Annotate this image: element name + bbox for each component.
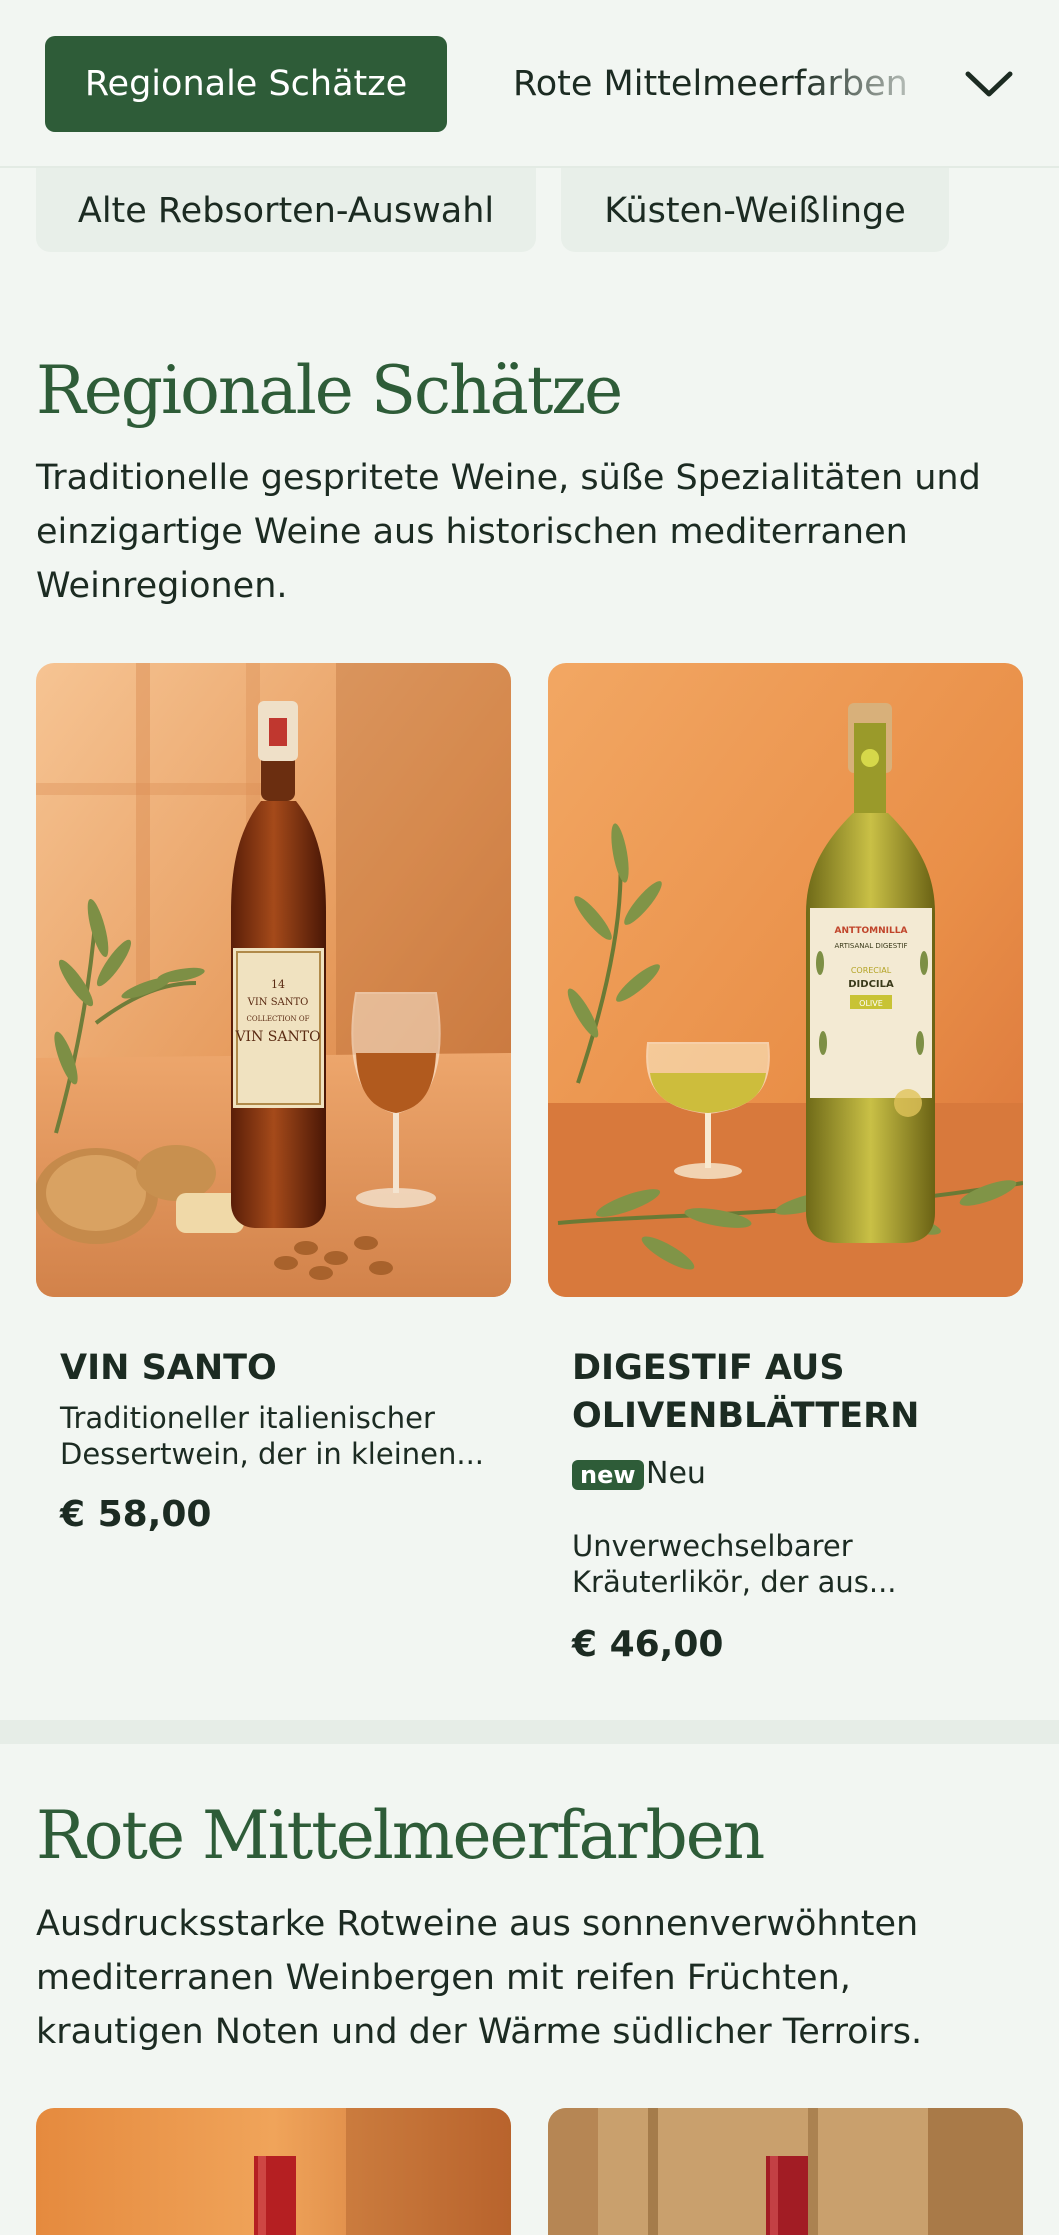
category-tab-label: Rote Mittelmeerfarben [513,64,908,104]
product-image[interactable] [548,2108,1023,2235]
category-tab-active[interactable]: Regionale Schätze [45,36,447,132]
section-description: Traditionelle gespritete Weine, süße Spe… [36,458,981,606]
product-image-vin-santo[interactable]: 14 VIN SANTO COLLECTION OF VIN SANTO [36,663,511,1297]
chevron-down-icon[interactable] [962,62,1016,106]
category-tab-label: Regionale Schätze [84,64,408,104]
product-label-text: 14 [271,978,285,991]
product-label-text: ARTISANAL DIGESTIF [834,942,907,950]
product-label-text: COLLECTION OF [247,1015,310,1023]
category-chip-label: Alte Rebsorten-Auswahl [77,191,495,231]
product-description: Traditioneller italienischer Dessertwein… [60,1401,485,1471]
product-label-text: CORECIAL [851,966,892,975]
product-name[interactable]: DIGESTIF AUS OLIVENBLÄTTERN [572,1344,1012,1440]
category-chip-label: Küsten-Weißlinge [604,191,906,231]
product-image-digestif[interactable]: ANTTOMNILLA ARTISANAL DIGESTIF CORECIAL … [548,663,1023,1297]
product-label-text: DIDCILA [848,979,894,990]
section-title-rote-mittelmeerfarben: Rote Mittelmeerfarben [36,1797,765,1874]
product-label-text: ANTTOMNILLA [835,926,908,936]
section-title-regionale-schaetze: Regionale Schätze [36,352,623,429]
new-badge: new [572,1460,644,1490]
new-badge-label: Neu [646,1456,706,1491]
product-description: Unverwechselbarer Kräuterlikör, der aus.… [572,1529,897,1599]
category-tab-next[interactable]: Rote Mittelmeerfarben [513,36,913,132]
section-divider [0,1720,1059,1744]
section-description: Ausdrucksstarke Rotweine aus sonnenverwö… [36,1904,923,2052]
product-price: € 46,00 [572,1624,724,1665]
product-label-text: OLIVE [859,999,883,1008]
product-label-text: VIN SANTO [234,1029,320,1045]
product-price: € 58,00 [60,1494,212,1535]
category-nav-bar: Regionale Schätze Rote Mittelmeerfarben [0,0,1059,168]
product-image[interactable] [36,2108,511,2235]
product-name[interactable]: VIN SANTO [60,1344,500,1392]
product-label-text: VIN SANTO [247,997,309,1008]
